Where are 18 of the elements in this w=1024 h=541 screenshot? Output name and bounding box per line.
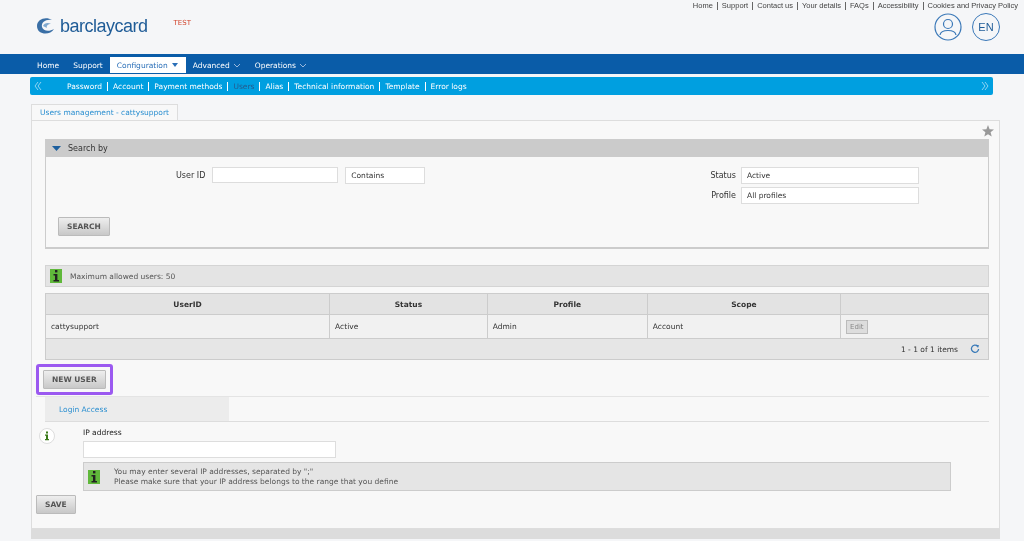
caret-icon[interactable] (170, 62, 179, 68)
caret-icon[interactable] (298, 62, 307, 68)
search-header[interactable]: Search by (46, 140, 988, 157)
info-icon (50, 269, 62, 283)
info-icon (88, 469, 100, 484)
caret-icon[interactable] (232, 62, 241, 68)
info-icon (39, 428, 55, 444)
user-icon[interactable] (934, 13, 962, 41)
logo-icon (34, 16, 56, 36)
ip-address-field[interactable] (83, 441, 336, 458)
field-label: Profile (711, 190, 736, 202)
collapse-icon[interactable] (52, 144, 61, 153)
refresh-icon[interactable] (970, 344, 980, 354)
star-icon[interactable] (982, 125, 994, 137)
field-label: Status (710, 170, 736, 182)
logo[interactable]: barclaycard (60, 16, 148, 36)
user-id-field[interactable] (212, 167, 339, 183)
field-label: User ID (176, 170, 206, 182)
